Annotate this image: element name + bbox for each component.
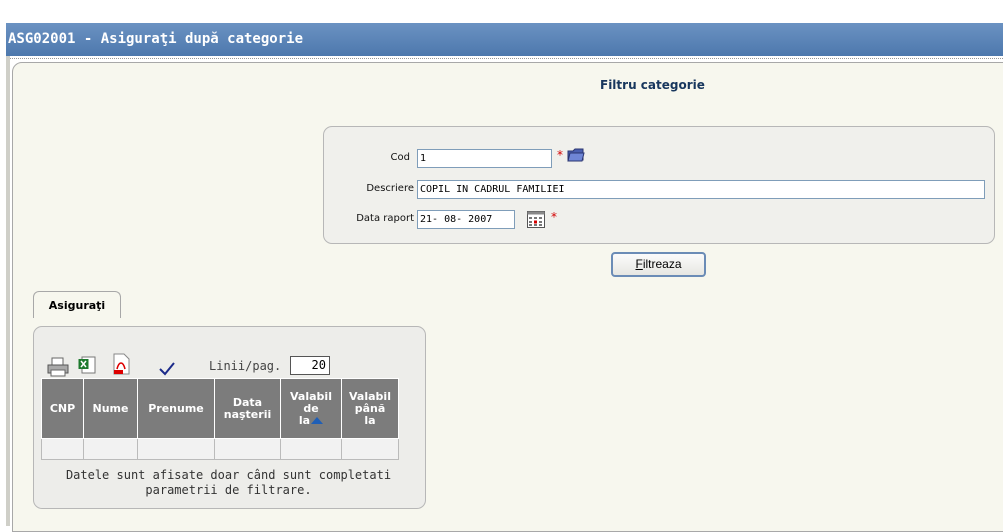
required-mark: * [551,210,557,224]
table-header-row: CNP Nume Prenume Data naşterii Valabil de l… [41,378,399,439]
sort-ascending-icon[interactable] [311,417,324,424]
print-icon[interactable] [47,357,69,377]
filter-button-label: iltreaza [642,257,682,271]
results-table: CNP Nume Prenume Data naşterii Valabil de l… [41,378,399,460]
col-valabil-pana-la-l3: la [364,413,376,427]
descriere-input[interactable]: COPIL IN CADRUL FAMILIEI [417,180,985,199]
col-data-nasterii-l2: naşterii [223,407,272,421]
panel-left-border [6,56,10,526]
col-nume[interactable]: Nume [83,378,138,439]
table-cell [41,438,84,460]
table-cell [341,438,399,460]
lookup-folder-icon[interactable] [567,148,585,162]
col-cnp-label: CNP [49,401,76,415]
note-line-1: Datele sunt afisate doar când sunt compl… [65,468,392,482]
col-valabil-pana-la[interactable]: Valabil până la [341,378,399,439]
filter-button-accesskey: F [635,257,643,271]
col-nume-label: Nume [92,401,129,415]
col-data-nasterii[interactable]: Data naşterii [214,378,281,439]
data-raport-input[interactable]: 21- 08- 2007 [417,210,515,229]
empty-results-note: Datele sunt afisate doar când sunt compl… [41,468,416,498]
col-prenume-label: Prenume [148,401,204,415]
data-raport-label: Data raport [356,213,414,224]
divider [6,58,1003,59]
table-row [41,438,399,460]
window-title: ASG02001 - Asiguraţi după categorie [6,23,1003,56]
tab-asigurati[interactable]: Asiguraţi [33,291,121,318]
excel-icon[interactable] [78,356,96,374]
cod-input[interactable]: 1 [417,149,552,168]
filter-button[interactable]: Filtreaza [611,252,706,277]
descriere-label: Descriere [366,183,414,194]
calendar-icon[interactable] [527,211,545,228]
col-valabil-de-la[interactable]: Valabil de la [280,378,342,439]
lines-per-page-label: Linii/pag. [209,359,282,373]
note-line-2: parametrii de filtrare. [145,483,312,497]
top-strip [0,0,1003,22]
filter-section-title: Filtru categorie [600,78,705,92]
required-mark: * [557,148,563,162]
table-cell [214,438,281,460]
checkmark-icon[interactable] [159,362,175,376]
cod-label: Cod [390,152,410,163]
table-cell [83,438,138,460]
lines-per-page-input[interactable]: 20 [290,356,330,375]
col-valabil-de-la-l3: la [298,413,311,427]
pdf-icon[interactable] [111,353,131,375]
col-prenume[interactable]: Prenume [137,378,215,439]
table-cell [280,438,342,460]
col-cnp[interactable]: CNP [41,378,84,439]
table-cell [137,438,215,460]
